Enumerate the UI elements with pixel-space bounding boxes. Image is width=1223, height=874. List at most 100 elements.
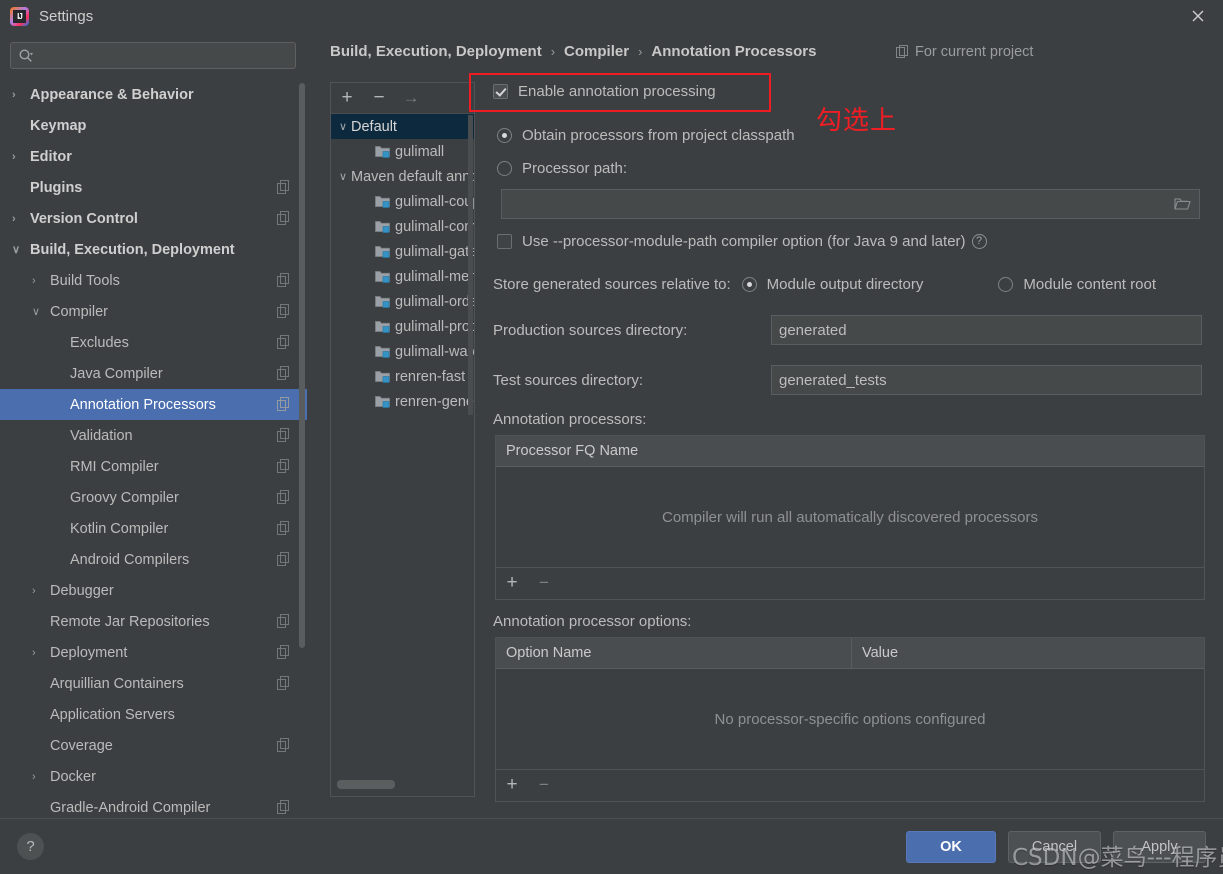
remove-option-button[interactable]: − (528, 770, 560, 800)
settings-sidebar: ›Appearance & Behavior Keymap › Editor Plu… (0, 33, 307, 818)
sidebar-item-rmi-compiler[interactable]: RMI Compiler (0, 451, 307, 482)
module-content-root-option[interactable]: Module content root (998, 276, 1156, 293)
column-option-name[interactable]: Option Name (496, 638, 852, 669)
production-sources-input[interactable] (771, 315, 1202, 345)
cancel-button[interactable]: Cancel (1008, 831, 1101, 863)
sidebar-item-coverage[interactable]: Coverage (0, 730, 307, 761)
obtain-from-classpath-radio[interactable] (497, 128, 512, 143)
sidebar-scrollbar[interactable] (299, 83, 305, 648)
sidebar-item-plugins[interactable]: Plugins (0, 172, 307, 203)
module-content-root-radio[interactable] (998, 277, 1013, 292)
sidebar-item-arquillian-containers[interactable]: Arquillian Containers (0, 668, 307, 699)
ok-button[interactable]: OK (906, 831, 996, 863)
sidebar-item-appearance-behavior[interactable]: ›Appearance & Behavior (0, 79, 307, 110)
sidebar-item-android-compilers[interactable]: Android Compilers (0, 544, 307, 575)
chevron-down-icon[interactable]: ∨ (12, 243, 26, 256)
enable-annotation-processing-row[interactable]: Enable annotation processing (493, 83, 716, 100)
chevron-right-icon[interactable]: › (32, 771, 46, 783)
profile-module-row[interactable]: gulimall-member (331, 264, 474, 289)
help-icon[interactable]: ? (972, 234, 987, 249)
module-output-directory-radio[interactable] (742, 277, 757, 292)
move-to-profile-button[interactable]: → (395, 83, 427, 113)
add-profile-button[interactable]: + (331, 83, 363, 113)
sidebar-item-java-compiler[interactable]: Java Compiler (0, 358, 307, 389)
breadcrumb-segment-1[interactable]: Compiler (564, 43, 629, 60)
chevron-down-icon[interactable]: ∨ (335, 170, 351, 183)
profile-module-row[interactable]: renren-generator (331, 389, 474, 414)
apply-button[interactable]: Apply (1113, 831, 1206, 863)
profile-group-row[interactable]: ∨Default (331, 114, 474, 139)
add-processor-button[interactable]: + (496, 568, 528, 598)
search-icon (18, 48, 34, 64)
sidebar-item-groovy-compiler[interactable]: Groovy Compiler (0, 482, 307, 513)
enable-annotation-processing-checkbox[interactable] (493, 84, 508, 99)
copy-scope-icon (277, 211, 290, 225)
obtain-from-classpath-row[interactable]: Obtain processors from project classpath (497, 127, 795, 144)
sidebar-item-gradle-android-compiler[interactable]: Gradle-Android Compiler (0, 792, 307, 818)
chevron-right-icon[interactable]: › (32, 647, 46, 659)
column-processor-fq-name[interactable]: Processor FQ Name (496, 436, 1204, 467)
annotation-processors-table: Processor FQ Name Compiler will run all … (495, 435, 1205, 600)
breadcrumb-segment-0[interactable]: Build, Execution, Deployment (330, 43, 542, 60)
add-option-button[interactable]: + (496, 770, 528, 800)
profile-module-row[interactable]: gulimall-ware (331, 339, 474, 364)
help-button[interactable]: ? (17, 833, 44, 860)
processor-module-path-checkbox[interactable] (497, 234, 512, 249)
settings-category-tree[interactable]: ›Appearance & Behavior Keymap › Editor Plu… (0, 79, 307, 818)
sidebar-item-debugger[interactable]: ›Debugger (0, 575, 307, 606)
remove-profile-button[interactable]: − (363, 83, 395, 113)
sidebar-item-kotlin-compiler[interactable]: Kotlin Compiler (0, 513, 307, 544)
search-box[interactable] (10, 42, 296, 69)
breadcrumb-segment-2[interactable]: Annotation Processors (651, 43, 816, 60)
remove-processor-button[interactable]: − (528, 568, 560, 598)
sidebar-item-validation[interactable]: Validation (0, 420, 307, 451)
chevron-right-icon[interactable]: › (12, 89, 26, 101)
chevron-right-icon[interactable]: › (32, 275, 46, 287)
sidebar-item-compiler[interactable]: ∨Compiler (0, 296, 307, 327)
test-sources-input[interactable] (771, 365, 1202, 395)
sidebar-item-deployment[interactable]: ›Deployment (0, 637, 307, 668)
profiles-vertical-scrollbar[interactable] (468, 115, 473, 415)
column-value[interactable]: Value (852, 638, 1202, 669)
profiles-list[interactable]: ∨Default gulimall ∨Maven default annotatio… (331, 114, 474, 782)
chevron-right-icon[interactable]: › (12, 213, 26, 225)
profiles-horizontal-scrollbar[interactable] (337, 780, 395, 789)
sidebar-item-annotation-processors[interactable]: Annotation Processors (0, 389, 307, 420)
chevron-right-icon (12, 182, 26, 194)
profile-module-row[interactable]: renren-fast (331, 364, 474, 389)
profile-module-row[interactable]: gulimall-product (331, 314, 474, 339)
profile-group-row[interactable]: ∨Maven default annotation processors pro… (331, 164, 474, 189)
sidebar-item-build-execution-deployment[interactable]: ∨Build, Execution, Deployment (0, 234, 307, 265)
profile-module-row[interactable]: gulimall-order (331, 289, 474, 314)
profile-module-row[interactable]: gulimall-gateway (331, 239, 474, 264)
sidebar-item-excludes[interactable]: Excludes (0, 327, 307, 358)
chevron-down-icon[interactable]: ∨ (335, 120, 351, 133)
sidebar-item-version-control[interactable]: ›Version Control (0, 203, 307, 234)
processor-path-radio[interactable] (497, 161, 512, 176)
sidebar-item-remote-jar-repositories[interactable]: Remote Jar Repositories (0, 606, 307, 637)
processor-path-row[interactable]: Processor path: (497, 160, 627, 177)
sidebar-item-build-tools[interactable]: ›Build Tools (0, 265, 307, 296)
profile-row-label: gulimall-order (395, 294, 474, 310)
processor-path-input[interactable] (501, 189, 1200, 219)
chevron-down-icon[interactable]: ∨ (32, 305, 46, 318)
sidebar-item-application-servers[interactable]: Application Servers (0, 699, 307, 730)
close-icon[interactable] (1185, 4, 1211, 30)
module-output-directory-option[interactable]: Module output directory (742, 276, 924, 293)
profile-module-row[interactable]: gulimall-coupon (331, 189, 474, 214)
folder-icon[interactable] (1174, 197, 1191, 211)
copy-scope-icon (277, 800, 290, 814)
profile-row-label: gulimall (395, 144, 444, 160)
processor-module-path-row[interactable]: Use --processor-module-path compiler opt… (497, 233, 987, 250)
sidebar-item-docker[interactable]: ›Docker (0, 761, 307, 792)
search-input[interactable] (41, 43, 291, 68)
chevron-right-icon[interactable]: › (12, 151, 26, 163)
profile-module-row[interactable]: gulimall-common (331, 214, 474, 239)
sidebar-item-keymap[interactable]: Keymap (0, 110, 307, 141)
annotation-processor-options-empty-text: No processor-specific options configured (496, 669, 1204, 769)
chevron-right-icon[interactable]: › (32, 585, 46, 597)
sidebar-item-label: Groovy Compiler (70, 490, 307, 506)
sidebar-item-editor[interactable]: › Editor (0, 141, 307, 172)
sidebar-item-label: Editor (30, 149, 307, 165)
profile-module-row[interactable]: gulimall (331, 139, 474, 164)
